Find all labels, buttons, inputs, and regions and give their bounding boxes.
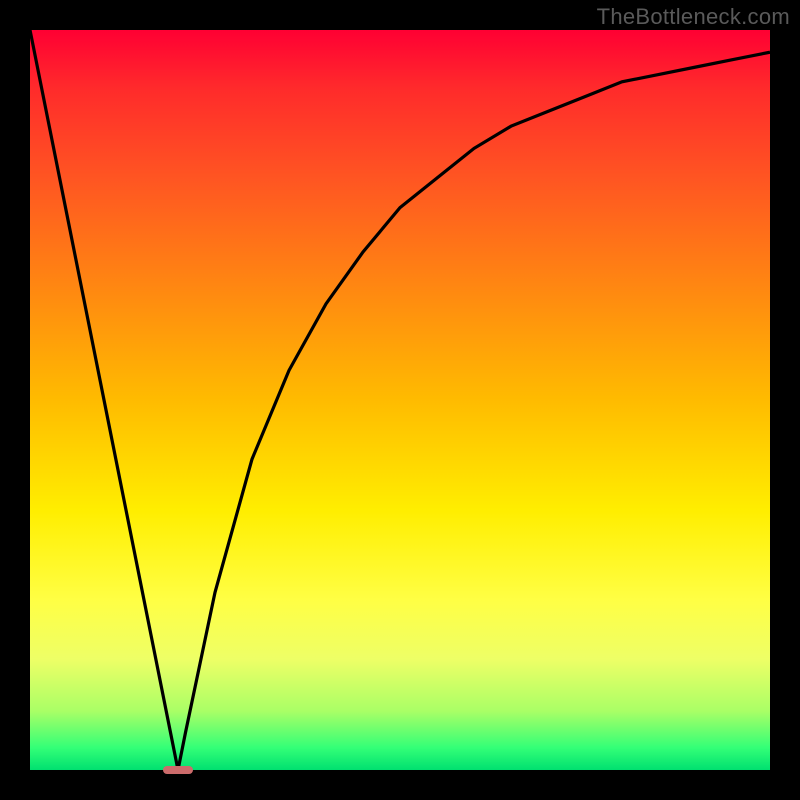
- watermark-text: TheBottleneck.com: [597, 4, 790, 30]
- plot-area: [30, 30, 770, 770]
- bottleneck-curve: [30, 30, 770, 770]
- optimal-marker: [163, 766, 193, 775]
- chart-frame: TheBottleneck.com: [0, 0, 800, 800]
